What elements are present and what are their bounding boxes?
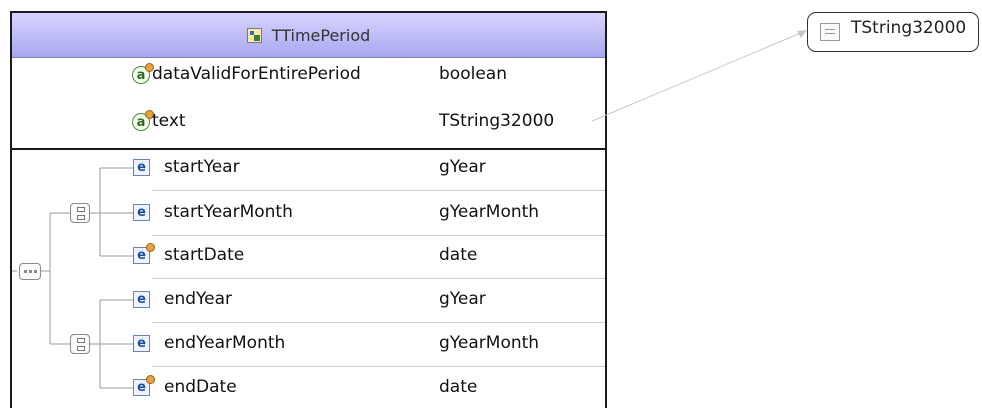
optional-element-icon: e <box>133 243 155 264</box>
row-separator <box>152 235 605 236</box>
element-name[interactable]: endYearMonth <box>164 333 285 353</box>
row-separator <box>152 278 605 279</box>
row-separator <box>152 366 605 367</box>
optional-element-icon: e <box>133 375 155 396</box>
row-separator <box>152 190 605 191</box>
element-type[interactable]: date <box>439 245 477 265</box>
element-icon: e <box>133 159 150 176</box>
element-name[interactable]: endYear <box>164 289 232 309</box>
element-type[interactable]: gYearMonth <box>439 333 539 353</box>
referenced-type-name: TString32000 <box>851 18 967 38</box>
element-type[interactable]: gYearMonth <box>439 202 539 222</box>
element-icon: e <box>133 204 150 221</box>
element-type[interactable]: gYear <box>439 157 486 177</box>
element-name[interactable]: startDate <box>164 245 244 265</box>
element-icon: e <box>133 291 150 308</box>
choice-icon[interactable] <box>70 203 90 223</box>
simple-type-icon <box>820 23 840 41</box>
element-name[interactable]: startYearMonth <box>164 202 293 222</box>
element-type[interactable]: gYear <box>439 289 486 309</box>
element-icon: e <box>133 335 150 352</box>
sequence-icon[interactable] <box>19 263 41 280</box>
row-separator <box>152 322 605 323</box>
choice-icon[interactable] <box>70 334 90 354</box>
element-name[interactable]: startYear <box>164 157 240 177</box>
element-name[interactable]: endDate <box>164 377 237 397</box>
element-type[interactable]: date <box>439 377 477 397</box>
